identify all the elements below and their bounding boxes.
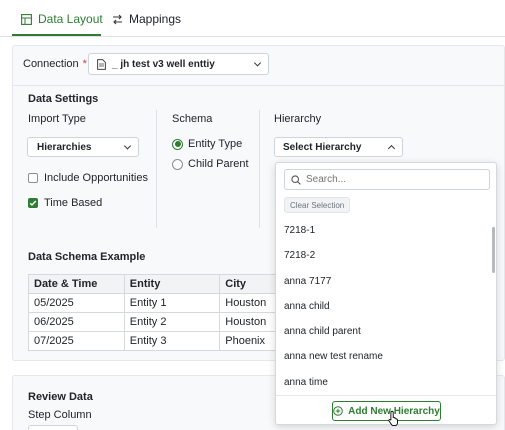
hierarchy-value: Select Hierarchy (283, 141, 362, 153)
schema-example-title: Data Schema Example (28, 251, 146, 263)
scrollbar-track[interactable] (491, 221, 496, 391)
time-based-checkbox[interactable]: Time Based (28, 197, 102, 209)
schema-option-child-parent[interactable]: Child Parent (172, 158, 249, 170)
table-cell: 05/2025 (28, 293, 125, 313)
add-new-hierarchy-button[interactable]: Add New Hierarchy (332, 401, 441, 421)
radio-button[interactable] (172, 158, 183, 170)
hierarchy-option[interactable]: anna new test rename (284, 351, 383, 362)
connection-select[interactable]: _ jh test v3 well enttiy (88, 53, 269, 75)
dropdown-divider (276, 395, 496, 396)
connection-label: Connection * (23, 58, 87, 70)
checkbox-label: Include Opportunities (44, 172, 148, 184)
table-cell: Entity 1 (123, 293, 221, 313)
chevron-down-icon (123, 142, 132, 150)
document-icon (97, 58, 106, 70)
chevron-up-icon (387, 144, 396, 153)
schema-option-entity-type[interactable]: Entity Type (172, 138, 242, 150)
radio-label: Entity Type (188, 138, 243, 150)
hierarchy-search[interactable] (284, 169, 490, 190)
hierarchy-option[interactable]: anna child parent (284, 326, 361, 337)
search-input[interactable] (306, 174, 486, 185)
table-cell: Entity 2 (123, 312, 221, 332)
radio-button[interactable] (172, 138, 183, 150)
include-opportunities-checkbox[interactable]: Include Opportunities (28, 172, 148, 184)
step-column-label: Step Column (28, 409, 92, 421)
column-divider (259, 110, 260, 228)
tab-data-layout[interactable]: Data Layout (21, 8, 103, 30)
tab-mappings[interactable]: Mappings (112, 8, 181, 30)
tab-bar: Data Layout Mappings (0, 0, 505, 38)
column-divider (156, 110, 157, 228)
search-icon (291, 174, 301, 185)
scrollbar-thumb[interactable] (492, 227, 495, 273)
schema-example-table: Date & Time Entity City 05/2025 Entity 1… (28, 274, 298, 351)
hierarchy-option[interactable]: anna 7177 (284, 276, 331, 287)
hierarchy-select[interactable]: Select Hierarchy (274, 137, 403, 157)
required-mark: * (82, 58, 87, 70)
clear-selection-button[interactable]: Clear Selection (284, 197, 351, 213)
tab-divider (0, 36, 505, 37)
review-title: Review Data (28, 391, 93, 403)
radio-label: Child Parent (188, 158, 249, 170)
column-header: Entity (123, 274, 221, 294)
checkbox-box[interactable] (28, 198, 38, 208)
checkmark-icon (29, 200, 37, 207)
table-cell: Entity 3 (123, 331, 221, 351)
table-row: 05/2025 Entity 1 Houston (28, 293, 298, 313)
hierarchy-option[interactable]: 7218-1 (284, 225, 315, 236)
section-divider (13, 85, 504, 86)
tab-label: Data Layout (38, 12, 103, 26)
import-type-value: Hierarchies (37, 141, 92, 153)
import-type-label: Import Type (28, 113, 86, 125)
table-row: 07/2025 Entity 3 Phoenix (28, 331, 298, 351)
checkbox-label: Time Based (44, 197, 103, 209)
hierarchy-option[interactable]: 7218-2 (284, 250, 315, 261)
table-icon (21, 13, 32, 25)
hierarchy-dropdown: Clear Selection 7218-1 7218-2 anna 7177 … (275, 162, 497, 425)
step-column-select[interactable] (28, 425, 78, 430)
table-header-row: Date & Time Entity City (28, 274, 298, 294)
table-cell: 06/2025 (28, 312, 125, 332)
hierarchy-option[interactable]: anna time (284, 377, 328, 388)
chevron-down-icon (253, 59, 262, 67)
data-settings-title: Data Settings (28, 93, 99, 105)
plus-circle-icon (333, 406, 343, 416)
hierarchy-option[interactable]: anna child (284, 301, 330, 312)
import-type-select[interactable]: Hierarchies (27, 137, 139, 157)
table-cell: 07/2025 (28, 331, 125, 351)
schema-label: Schema (172, 113, 213, 125)
swap-arrows-icon (112, 14, 123, 25)
table-row: 06/2025 Entity 2 Houston (28, 312, 298, 332)
hand-cursor-icon (388, 410, 400, 429)
tab-label: Mappings (129, 12, 182, 26)
hierarchy-label: Hierarchy (274, 113, 322, 125)
connection-value: _ jh test v3 well enttiy (112, 58, 215, 70)
column-header: Date & Time (28, 274, 125, 294)
checkbox-box[interactable] (28, 173, 38, 183)
